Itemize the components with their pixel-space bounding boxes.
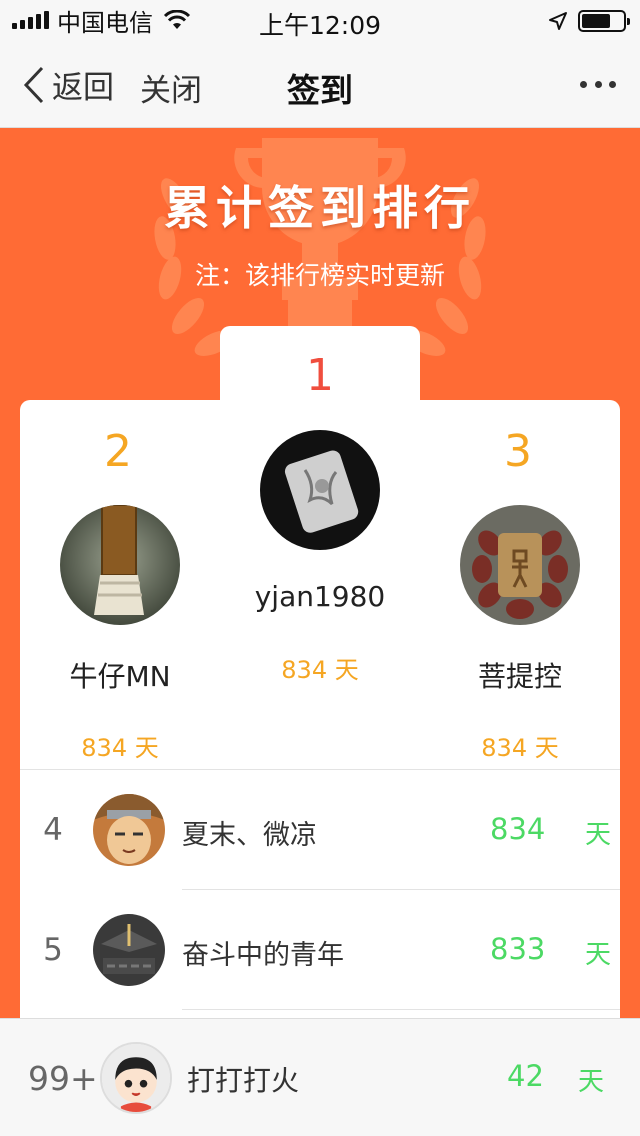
list-item[interactable]: 5 奋斗中的青年 833 天	[20, 890, 620, 1010]
rank-1-name: yjan1980	[254, 580, 386, 613]
list-days-unit: 天	[585, 820, 612, 850]
list-item[interactable]: 4 夏末、微凉 834 天	[20, 770, 620, 890]
rank-2-number: 2	[104, 426, 132, 477]
avatar-rank-1[interactable]	[260, 430, 380, 550]
rank-1-number: 1	[306, 350, 334, 401]
avatar	[93, 794, 165, 866]
nav-bar: 返回 关闭 签到	[0, 40, 640, 128]
list-name: 奋斗中的青年	[182, 940, 344, 971]
list-days: 834	[490, 812, 546, 846]
battery-icon	[578, 10, 630, 32]
back-button[interactable]: 返回	[22, 62, 114, 107]
list-name: 夏末、微凉	[182, 820, 317, 851]
my-rank: 99+	[28, 1059, 98, 1098]
list-rank: 4	[43, 812, 63, 848]
rank-3-name: 菩提控	[477, 660, 562, 693]
back-label: 返回	[52, 70, 114, 106]
my-days-unit: 天	[578, 1067, 605, 1097]
list-rank: 5	[43, 932, 63, 968]
list-days-unit: 天	[585, 940, 612, 970]
status-bar: 中国电信 上午12:09	[0, 0, 640, 40]
ranking-note: 注：该排行榜实时更新	[194, 261, 445, 290]
more-dots-icon[interactable]	[580, 70, 616, 98]
avatar	[93, 914, 165, 986]
rank-2-days: 834 天	[81, 734, 159, 762]
list-days: 833	[490, 932, 546, 966]
location-arrow-icon	[549, 12, 567, 30]
my-days: 42	[507, 1059, 544, 1093]
rank-3-days: 834 天	[481, 734, 559, 762]
rank-3-number: 3	[504, 426, 532, 477]
rank-2-name: 牛仔MN	[69, 660, 171, 693]
rank-1-days: 834 天	[281, 656, 359, 684]
avatar-rank-2[interactable]	[60, 505, 180, 625]
avatar-rank-3[interactable]	[460, 505, 580, 625]
clock: 上午12:09	[258, 11, 382, 40]
close-button[interactable]: 关闭	[140, 65, 202, 110]
ranking-title: 累计签到排行	[164, 181, 476, 235]
my-avatar	[100, 1042, 172, 1114]
my-name: 打打打火	[187, 1064, 300, 1097]
my-rank-bar[interactable]: 99+ 打打打火 42 天	[0, 1018, 640, 1136]
chevron-left-icon	[23, 66, 44, 103]
